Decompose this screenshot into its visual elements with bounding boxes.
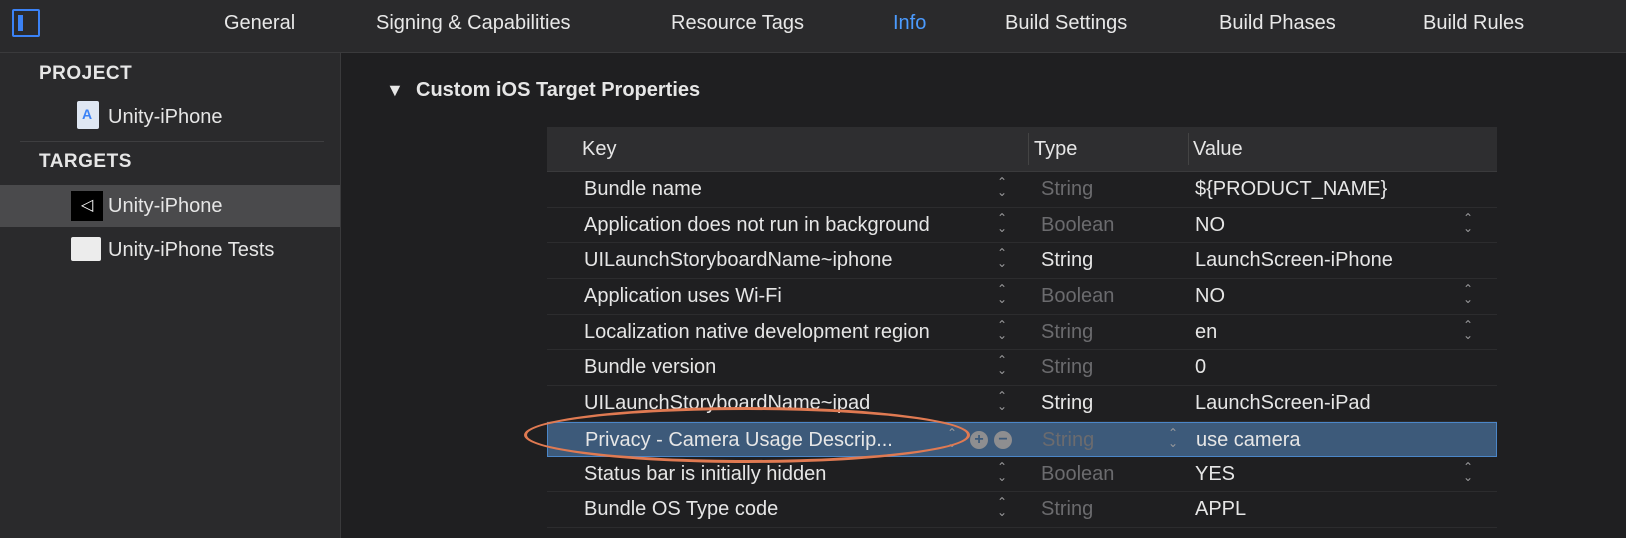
targets-section-header: TARGETS [39, 151, 132, 172]
table-row[interactable]: Bundle version ⌃ ⌄ String 0 [547, 350, 1497, 387]
value-stepper-icon[interactable]: ⌃ ⌄ [1461, 283, 1475, 308]
properties-table: Key Type Value Bundle name ⌃ ⌄ String ${PROD… [547, 127, 1497, 528]
key-cell[interactable]: Bundle version [584, 356, 984, 379]
type-stepper-icon[interactable]: ⌃ ⌄ [1166, 427, 1180, 452]
key-stepper-icon[interactable]: ⌃ ⌄ [995, 247, 1009, 272]
value-cell[interactable]: YES [1195, 463, 1235, 486]
key-stepper-icon[interactable]: ⌃ ⌄ [995, 176, 1009, 201]
key-cell[interactable]: Application does not run in background [584, 214, 984, 237]
value-cell[interactable]: APPL [1195, 498, 1246, 521]
tab-build-phases[interactable]: Build Phases [1219, 12, 1336, 35]
key-stepper-icon[interactable]: ⌃ ⌄ [995, 461, 1009, 486]
value-stepper-icon[interactable]: ⌃ ⌄ [1461, 461, 1475, 486]
key-cell[interactable]: UILaunchStoryboardName~ipad [584, 392, 984, 415]
sidebar-item-label: Unity-iPhone [108, 195, 223, 217]
key-cell[interactable]: Application uses Wi-Fi [584, 285, 984, 308]
value-cell[interactable]: ${PRODUCT_NAME} [1195, 178, 1387, 201]
value-cell[interactable]: en [1195, 321, 1217, 344]
column-header-key[interactable]: Key [582, 138, 616, 161]
value-cell[interactable]: LaunchScreen-iPad [1195, 392, 1371, 415]
table-header: Key Type Value [547, 127, 1497, 172]
navigator-toggle-icon[interactable] [12, 9, 40, 37]
key-stepper-icon[interactable]: ⌃ ⌄ [995, 354, 1009, 379]
tab-info[interactable]: Info [893, 12, 926, 35]
sidebar-item-label: Unity-iPhone Tests [108, 239, 275, 261]
key-stepper-icon[interactable]: ⌃ ⌄ [995, 496, 1009, 521]
key-cell[interactable]: Status bar is initially hidden [584, 463, 984, 486]
value-cell[interactable]: use camera [1196, 429, 1301, 452]
type-cell[interactable]: Boolean [1041, 463, 1114, 486]
key-stepper-icon[interactable]: ⌃ ⌄ [995, 283, 1009, 308]
tab-resource-tags[interactable]: Resource Tags [671, 12, 804, 35]
disclosure-triangle-icon[interactable]: ▼ [386, 80, 404, 101]
project-target-sidebar: PROJECT Unity-iPhone TARGETS ◁ Unity-iPh… [0, 53, 341, 538]
project-section-header: PROJECT [39, 63, 133, 84]
table-row[interactable]: Bundle name ⌃ ⌄ String ${PRODUCT_NAME} [547, 172, 1497, 208]
table-row[interactable]: UILaunchStoryboardName~ipad ⌃ ⌄ String Launc… [547, 386, 1497, 422]
value-cell[interactable]: 0 [1195, 356, 1206, 379]
editor-tab-bar: General Signing & Capabilities Resource … [0, 0, 1626, 53]
key-cell[interactable]: Bundle name [584, 178, 984, 201]
column-header-type[interactable]: Type [1034, 138, 1077, 161]
value-stepper-icon[interactable]: ⌃ ⌄ [1461, 212, 1475, 237]
type-cell[interactable]: String [1041, 178, 1093, 201]
type-cell[interactable]: String [1041, 249, 1093, 272]
type-cell[interactable]: String [1041, 498, 1093, 521]
tab-signing-capabilities[interactable]: Signing & Capabilities [376, 12, 571, 35]
sidebar-item-target-unity-iphone[interactable]: ◁ Unity-iPhone [0, 185, 340, 227]
value-cell[interactable]: NO [1195, 214, 1225, 237]
key-cell[interactable]: Bundle OS Type code [584, 498, 984, 521]
table-row[interactable]: UILaunchStoryboardName~iphone ⌃ ⌄ String Lau… [547, 243, 1497, 280]
column-header-value[interactable]: Value [1193, 138, 1243, 161]
type-cell[interactable]: String [1041, 356, 1093, 379]
key-stepper-icon[interactable]: ⌃ ⌄ [945, 427, 959, 452]
section-title: Custom iOS Target Properties [416, 79, 701, 101]
tab-general[interactable]: General [224, 12, 295, 35]
table-row[interactable]: Privacy - Camera Usage Descrip... ⌃ ⌄ + − ⌃ ⌄ S… [547, 421, 1497, 457]
unity-icon: ◁ [71, 191, 103, 221]
table-row[interactable]: Localization native development region ⌃ ⌄… [547, 315, 1497, 351]
key-cell[interactable]: Localization native development region [584, 321, 984, 344]
key-stepper-icon[interactable]: ⌃ ⌄ [995, 212, 1009, 237]
remove-row-icon[interactable]: − [994, 430, 1012, 449]
value-cell[interactable]: NO [1195, 285, 1225, 308]
sidebar-item-label: Unity-iPhone [108, 106, 223, 128]
type-cell[interactable]: Boolean [1041, 214, 1114, 237]
test-bundle-icon [71, 237, 101, 261]
xcode-project-icon [77, 101, 99, 129]
key-stepper-icon[interactable]: ⌃ ⌄ [995, 390, 1009, 415]
sidebar-divider [20, 141, 324, 142]
key-cell[interactable]: Privacy - Camera Usage Descrip... [585, 429, 985, 452]
table-body: Bundle name ⌃ ⌄ String ${PRODUCT_NAME} Applic… [547, 172, 1497, 528]
tab-build-rules[interactable]: Build Rules [1423, 12, 1524, 35]
column-divider[interactable] [1028, 133, 1029, 165]
table-row[interactable]: Bundle OS Type code ⌃ ⌄ String APPL [547, 492, 1497, 528]
sidebar-item-project[interactable]: Unity-iPhone [0, 96, 340, 138]
table-row[interactable]: Status bar is initially hidden ⌃ ⌄ Boolean Y… [547, 457, 1497, 493]
type-cell[interactable]: String [1041, 321, 1093, 344]
sidebar-item-target-tests[interactable]: Unity-iPhone Tests [0, 229, 340, 271]
value-stepper-icon[interactable]: ⌃ ⌄ [1461, 319, 1475, 344]
type-cell[interactable]: Boolean [1041, 285, 1114, 308]
value-cell[interactable]: LaunchScreen-iPhone [1195, 249, 1393, 272]
key-cell[interactable]: UILaunchStoryboardName~iphone [584, 249, 984, 272]
column-divider[interactable] [1188, 133, 1189, 165]
type-cell[interactable]: String [1041, 392, 1093, 415]
type-cell[interactable]: String [1042, 429, 1094, 452]
key-stepper-icon[interactable]: ⌃ ⌄ [995, 319, 1009, 344]
table-row[interactable]: Application uses Wi-Fi ⌃ ⌄ Boolean NO ⌃ ⌄ [547, 279, 1497, 315]
table-row[interactable]: Application does not run in background ⌃ ⌄… [547, 208, 1497, 244]
add-row-icon[interactable]: + [970, 430, 988, 449]
tab-build-settings[interactable]: Build Settings [1005, 12, 1127, 35]
